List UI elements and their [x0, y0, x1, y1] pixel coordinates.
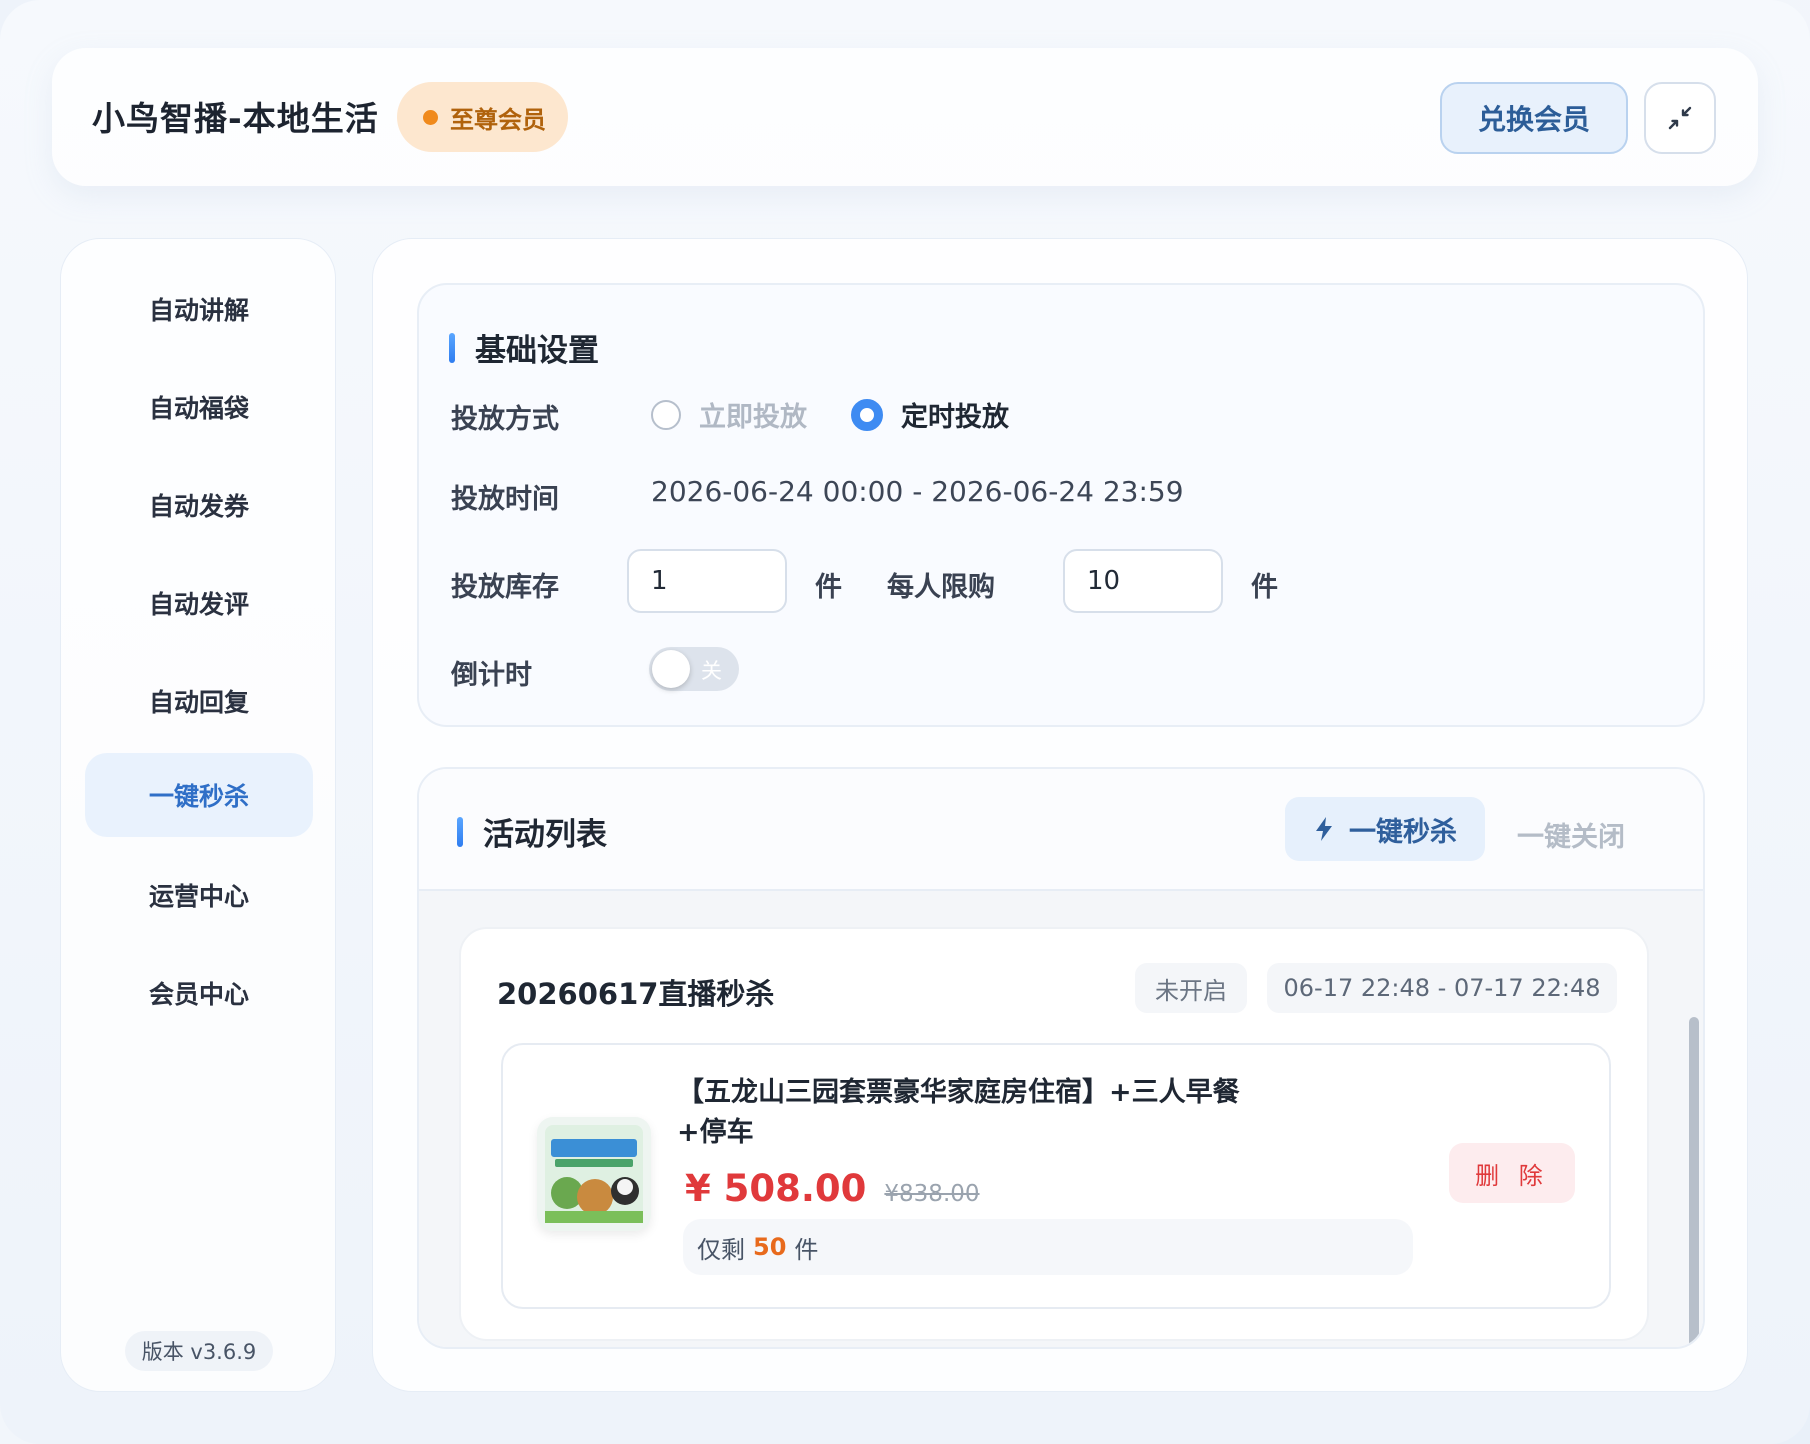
- basic-settings-title: 基础设置: [449, 325, 599, 370]
- limit-label: 每人限购: [887, 572, 995, 603]
- delivery-time-range[interactable]: 2026-06-24 00:00 - 2026-06-24 23:59: [651, 475, 1184, 508]
- radio-scheduled-label: 定时投放: [901, 402, 1009, 433]
- product-item: 【五龙山三园套票豪华家庭房住宿】+三人早餐+停车 ¥ 508.00 ¥838.0…: [501, 1043, 1611, 1309]
- flash-sale-button[interactable]: 一键秒杀: [1285, 797, 1485, 861]
- delivery-time-label: 投放时间: [451, 484, 559, 515]
- radio-immediate[interactable]: 立即投放: [651, 395, 807, 434]
- section-accent-bar: [457, 816, 463, 847]
- activity-name: 20260617直播秒杀: [497, 977, 775, 1011]
- sidebar-item-auto-comment[interactable]: 自动发评: [85, 561, 313, 645]
- shrink-arrows-icon: [1668, 106, 1692, 130]
- main-panel: 基础设置 投放方式 立即投放 定时投放 投放时间 2026-06-24 00:0…: [372, 238, 1748, 1392]
- product-price: ¥ 508.00: [685, 1167, 867, 1210]
- product-original-price: ¥838.00: [884, 1181, 980, 1207]
- radio-checked-icon: [851, 398, 883, 431]
- delivery-mode-label: 投放方式: [451, 404, 559, 435]
- countdown-toggle[interactable]: 关: [649, 647, 739, 691]
- sidebar-item-operation-center[interactable]: 运营中心: [85, 853, 313, 937]
- sidebar-item-flash-sale[interactable]: 一键秒杀: [85, 753, 313, 837]
- countdown-label: 倒计时: [451, 660, 532, 691]
- sidebar-item-auto-lucky-bag[interactable]: 自动福袋: [85, 365, 313, 449]
- product-thumbnail: [537, 1117, 651, 1231]
- product-name: 【五龙山三园套票豪华家庭房住宿】+三人早餐+停车: [677, 1077, 1240, 1148]
- limit-unit: 件: [1251, 572, 1278, 603]
- stock-count: 50: [753, 1233, 787, 1261]
- sidebar-item-auto-reply[interactable]: 自动回复: [85, 659, 313, 743]
- basic-settings-card: 基础设置 投放方式 立即投放 定时投放 投放时间 2026-06-24 00:0…: [417, 283, 1705, 727]
- vip-badge: 至尊会员: [397, 82, 568, 152]
- activity-list-body: 20260617直播秒杀 未开启 06-17 22:48 - 07-17 22:…: [419, 891, 1703, 1347]
- stock-unit: 件: [815, 572, 842, 603]
- sidebar-item-auto-coupon[interactable]: 自动发券: [85, 463, 313, 547]
- activity-status-badge: 未开启: [1135, 963, 1247, 1013]
- stock-prefix: 仅剩: [697, 1235, 745, 1264]
- toggle-knob: [652, 650, 690, 688]
- section-accent-bar: [449, 332, 455, 363]
- activity-list-card: 活动列表 一键秒杀 一键关闭 20260617直播秒杀 未开启 06-17 22…: [417, 767, 1705, 1349]
- stock-input[interactable]: 1: [627, 549, 787, 613]
- toggle-state-text: 关: [701, 659, 722, 683]
- basic-settings-title-text: 基础设置: [475, 333, 599, 369]
- price-row: ¥ 508.00 ¥838.00: [685, 1167, 980, 1210]
- activity-card: 20260617直播秒杀 未开启 06-17 22:48 - 07-17 22:…: [459, 927, 1649, 1341]
- shrink-window-button[interactable]: [1644, 82, 1716, 154]
- sidebar-item-auto-explain[interactable]: 自动讲解: [85, 267, 313, 351]
- sidebar-item-member-center[interactable]: 会员中心: [85, 951, 313, 1035]
- scrollbar[interactable]: [1689, 1017, 1699, 1347]
- activity-list-title: 活动列表: [457, 809, 607, 854]
- sidebar: 自动讲解 自动福袋 自动发券 自动发评 自动回复 一键秒杀 运营中心 会员中心 …: [60, 238, 336, 1392]
- radio-immediate-label: 立即投放: [699, 402, 807, 433]
- delete-button[interactable]: 删 除: [1449, 1143, 1575, 1203]
- vip-badge-label: 至尊会员: [450, 105, 546, 134]
- lightning-icon: [1316, 817, 1332, 841]
- vip-dot-icon: [423, 109, 438, 125]
- activity-time-range: 06-17 22:48 - 07-17 22:48: [1267, 963, 1617, 1013]
- stock-remaining: 仅剩 50 件: [683, 1219, 1413, 1275]
- app-title: 小鸟智播-本地生活: [92, 99, 379, 138]
- radio-unchecked-icon: [651, 399, 681, 430]
- limit-input[interactable]: 10: [1063, 549, 1223, 613]
- stock-suffix: 件: [794, 1235, 819, 1264]
- version-badge: 版本 v3.6.9: [125, 1331, 273, 1371]
- product-thumbnail-image: [537, 1117, 651, 1231]
- activity-list-header: 活动列表 一键秒杀 一键关闭: [419, 769, 1703, 891]
- close-all-button[interactable]: 一键关闭: [1517, 815, 1625, 854]
- header: 小鸟智播-本地生活 至尊会员 兑换会员: [52, 48, 1758, 186]
- stock-label: 投放库存: [451, 572, 559, 603]
- redeem-membership-button[interactable]: 兑换会员: [1440, 82, 1628, 154]
- radio-scheduled[interactable]: 定时投放: [851, 395, 1009, 434]
- activity-list-title-text: 活动列表: [483, 817, 607, 853]
- app-window: 小鸟智播-本地生活 至尊会员 兑换会员 自动讲解 自动福袋 自动发券 自动发评 …: [0, 0, 1810, 1444]
- flash-sale-button-label: 一键秒杀: [1349, 816, 1457, 848]
